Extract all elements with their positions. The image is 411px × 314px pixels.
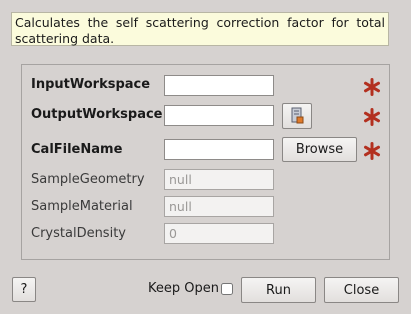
sample-geometry-label: SampleGeometry [31, 172, 145, 187]
browse-button[interactable]: Browse [282, 137, 357, 162]
output-workspace-field[interactable] [164, 105, 274, 126]
input-workspace-label: InputWorkspace [31, 77, 151, 92]
cal-file-name-label: CalFileName [31, 142, 123, 157]
sample-geometry-field[interactable] [164, 169, 274, 190]
workspace-picker-button[interactable] [282, 103, 312, 129]
keep-open-checkbox[interactable] [221, 283, 233, 295]
required-asterisk-icon [364, 108, 380, 126]
sample-material-label: SampleMaterial [31, 199, 133, 214]
help-button[interactable]: ? [12, 277, 36, 302]
required-asterisk-icon [364, 142, 380, 160]
input-workspace-field[interactable] [164, 75, 274, 96]
run-button[interactable]: Run [241, 277, 316, 303]
sample-material-field[interactable] [164, 196, 274, 217]
output-workspace-label: OutputWorkspace [31, 107, 163, 122]
close-button[interactable]: Close [324, 277, 399, 303]
algorithm-description: Calculates the self scattering correctio… [11, 12, 389, 46]
crystal-density-field[interactable] [164, 223, 274, 244]
cal-file-name-field[interactable] [164, 139, 274, 160]
crystal-density-label: CrystalDensity [31, 226, 126, 241]
required-asterisk-icon [364, 78, 380, 96]
workspace-picker-icon [291, 107, 304, 124]
keep-open-label: Keep Open [148, 281, 219, 296]
